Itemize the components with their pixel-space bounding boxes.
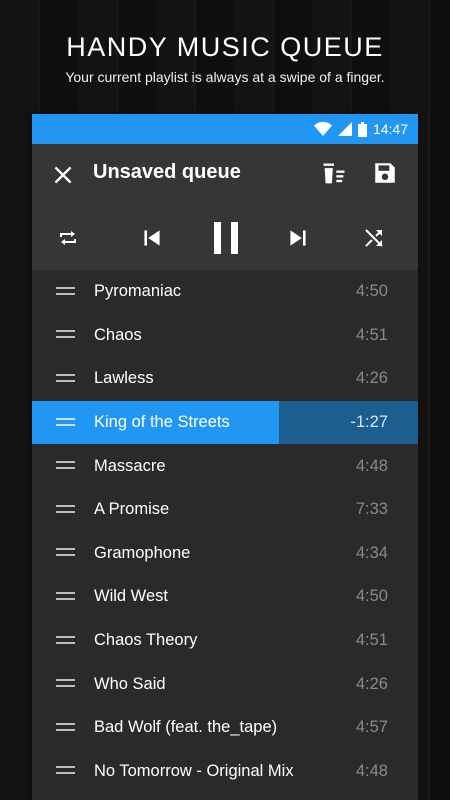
track-duration: 4:48 — [355, 761, 388, 780]
save-icon[interactable] — [372, 160, 398, 186]
track-duration: 4:51 — [355, 325, 388, 344]
queue-item[interactable]: Lawless 4:26 — [32, 357, 418, 401]
status-time: 14:47 — [372, 121, 408, 137]
shuffle-button[interactable] — [358, 218, 390, 258]
previous-button[interactable] — [136, 218, 168, 258]
queue-list: Pyromaniac 4:50 Chaos 4:51 Lawless 4:26 King o… — [32, 270, 418, 800]
promo-header: HANDY MUSIC QUEUE Your current playlist … — [0, 32, 450, 85]
promo-title: HANDY MUSIC QUEUE — [66, 32, 384, 62]
drag-handle-icon[interactable] — [56, 373, 75, 384]
track-title: Lawless — [94, 369, 154, 388]
signal-icon — [337, 122, 352, 136]
track-title: A Promise — [94, 500, 170, 519]
queue-toolbar: Unsaved queue — [32, 144, 418, 270]
queue-item[interactable]: Chaos 4:51 — [32, 314, 418, 358]
track-duration: 4:57 — [355, 718, 388, 737]
track-title: Bad Wolf (feat. the_tape) — [94, 718, 278, 737]
track-duration: -1:27 — [350, 413, 388, 432]
close-icon[interactable] — [50, 162, 76, 188]
drag-handle-icon[interactable] — [56, 461, 75, 471]
playback-progress-remaining — [279, 400, 418, 445]
track-title: Massacre — [94, 456, 166, 475]
drag-handle-icon[interactable] — [56, 548, 75, 558]
queue-item[interactable]: Chaos Theory 4:51 — [32, 619, 418, 663]
pause-icon — [214, 222, 238, 254]
track-title: Pyromaniac — [94, 282, 182, 301]
phone-screen: 14:47 Unsaved queue Pyromaniac 4:50 Chao… — [32, 114, 418, 800]
track-duration: 4:51 — [355, 631, 388, 650]
track-duration: 7:33 — [355, 500, 388, 519]
drag-handle-icon[interactable] — [56, 722, 75, 733]
shuffle-icon — [365, 229, 383, 247]
track-title: No Tomorrow - Original Mix — [94, 761, 294, 780]
drag-handle-icon[interactable] — [56, 504, 75, 515]
track-duration: 4:48 — [355, 456, 388, 475]
track-title: Chaos Theory — [94, 631, 198, 650]
next-button[interactable] — [282, 218, 314, 258]
drag-handle-icon[interactable] — [56, 330, 75, 340]
drag-handle-icon[interactable] — [56, 635, 75, 646]
track-duration: 4:50 — [355, 587, 388, 606]
queue-item[interactable]: Massacre 4:48 — [32, 444, 418, 488]
drag-handle-icon[interactable] — [56, 679, 75, 689]
queue-item[interactable]: Who Said 4:26 — [32, 662, 418, 706]
queue-title: Unsaved queue — [93, 161, 241, 183]
track-title: Who Said — [94, 674, 166, 693]
queue-item[interactable]: No Tomorrow - Original Mix 4:48 — [32, 750, 418, 794]
skip-next-icon — [290, 230, 306, 246]
drag-handle-icon[interactable] — [56, 766, 75, 776]
track-title: Gramophone — [94, 543, 191, 562]
skip-previous-icon — [144, 230, 160, 246]
queue-item-now-playing[interactable]: King of the Streets -1:27 — [32, 400, 418, 445]
track-duration: 4:26 — [355, 674, 388, 693]
queue-item[interactable]: A Promise 7:33 — [32, 488, 418, 532]
repeat-icon — [60, 231, 76, 245]
track-duration: 4:34 — [355, 543, 388, 562]
drag-handle-icon[interactable] — [56, 286, 75, 297]
pause-button[interactable] — [206, 218, 246, 258]
queue-item[interactable]: Pyromaniac 4:50 — [32, 270, 418, 314]
track-title: King of the Streets — [94, 413, 230, 432]
wifi-icon — [313, 122, 332, 136]
clear-queue-icon[interactable] — [320, 160, 348, 188]
battery-icon — [357, 121, 367, 137]
queue-item[interactable]: Wild West 4:50 — [32, 575, 418, 619]
track-duration: 4:26 — [355, 369, 388, 388]
repeat-button[interactable] — [52, 218, 84, 258]
drag-handle-icon[interactable] — [56, 591, 75, 602]
status-bar: 14:47 — [32, 114, 418, 144]
queue-item[interactable]: Bad Wolf (feat. the_tape) 4:57 — [32, 706, 418, 750]
track-title: Chaos — [94, 325, 142, 344]
promo-subtitle: Your current playlist is always at a swi… — [65, 69, 385, 85]
drag-handle-icon[interactable] — [56, 417, 75, 428]
queue-item[interactable]: Gramophone 4:34 — [32, 532, 418, 576]
track-title: Wild West — [94, 587, 168, 606]
track-duration: 4:50 — [355, 282, 388, 301]
